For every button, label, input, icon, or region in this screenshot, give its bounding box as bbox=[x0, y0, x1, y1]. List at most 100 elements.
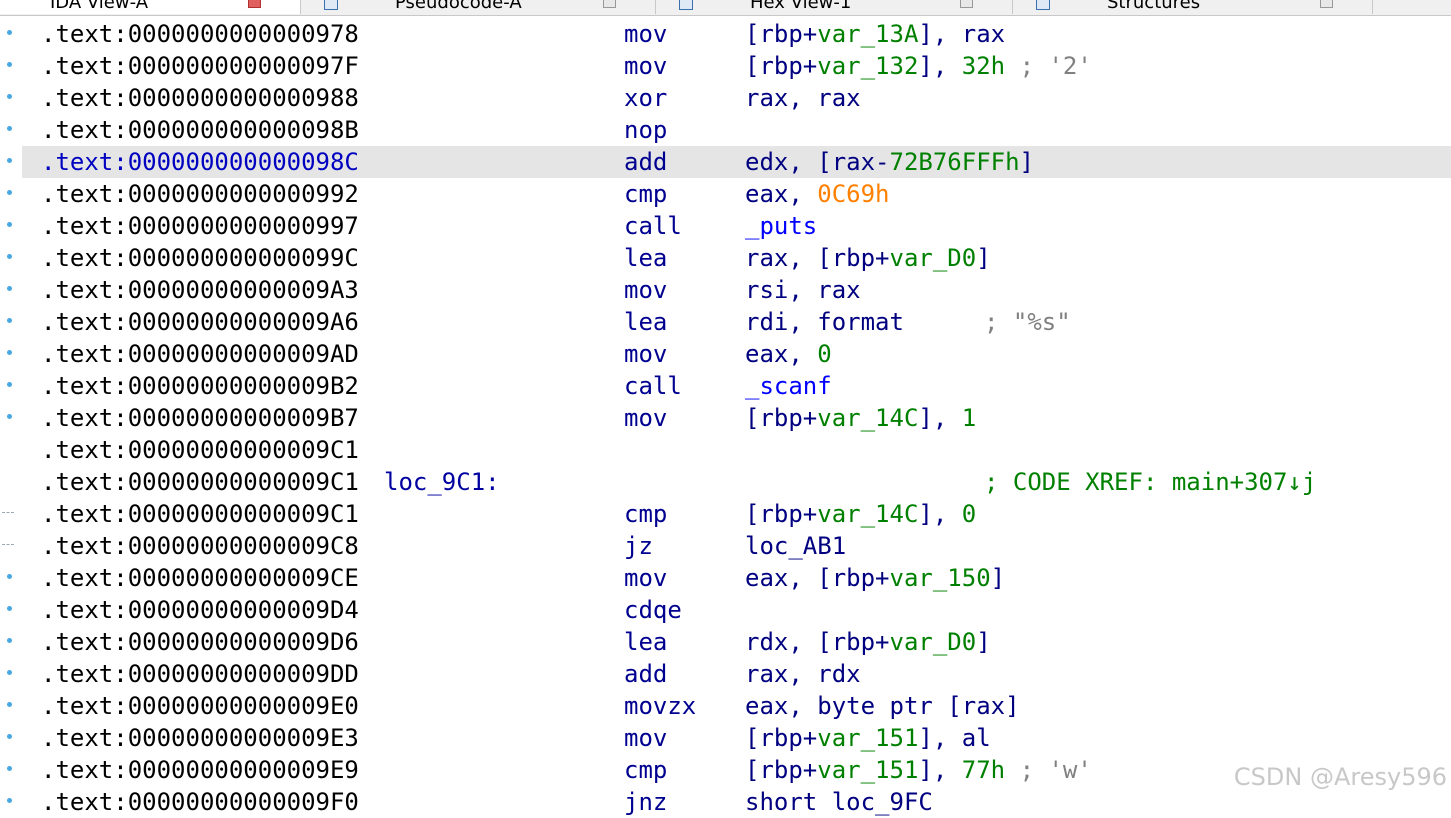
operand-token[interactable]: var_151 bbox=[817, 756, 918, 784]
breakpoint-dot-icon[interactable] bbox=[7, 350, 12, 355]
address[interactable]: .text:00000000000009CE bbox=[41, 562, 359, 594]
operand-token[interactable]: 0C69h bbox=[817, 180, 889, 208]
breakpoint-dot-icon[interactable] bbox=[7, 222, 12, 227]
operand-token[interactable]: 77h bbox=[962, 756, 1005, 784]
listing-row[interactable]: .text:00000000000009CE mov eax, [rbp+var_1… bbox=[22, 562, 1451, 594]
operand-token[interactable]: ], al bbox=[918, 724, 990, 752]
operands[interactable]: [rbp+var_14C], 1 bbox=[745, 402, 976, 434]
operand-token[interactable]: rax, rdx bbox=[745, 660, 861, 688]
listing-row[interactable]: .text:0000000000000988 xor rax, rax bbox=[22, 82, 1451, 114]
operand-token[interactable]: eax, [rbp+ bbox=[745, 564, 890, 592]
listing-row[interactable]: .text:00000000000009D4 cdqe bbox=[22, 594, 1451, 626]
address[interactable]: .text:00000000000009E9 bbox=[41, 754, 359, 786]
address[interactable]: .text:00000000000009A6 bbox=[41, 306, 359, 338]
listing-row[interactable]: .text:00000000000009C1 bbox=[22, 434, 1451, 466]
listing-row[interactable]: .text:00000000000009DD add rax, rdx bbox=[22, 658, 1451, 690]
operand-token[interactable]: ] bbox=[1020, 148, 1034, 176]
breakpoint-dot-icon[interactable] bbox=[7, 94, 12, 99]
operands[interactable]: [rbp+var_14C], 0 bbox=[745, 498, 976, 530]
mnemonic[interactable]: lea bbox=[624, 242, 667, 274]
address[interactable]: .text:00000000000009B7 bbox=[41, 402, 359, 434]
operand-token[interactable]: ] bbox=[976, 628, 990, 656]
address[interactable]: .text:00000000000009C1 bbox=[41, 466, 359, 498]
operand-token[interactable]: loc_AB1 bbox=[745, 532, 846, 560]
breakpoint-dot-icon[interactable] bbox=[7, 414, 12, 419]
operand-token[interactable]: rsi, rax bbox=[745, 276, 861, 304]
operands[interactable]: eax, byte ptr [rax] bbox=[745, 690, 1020, 722]
listing-row[interactable]: .text:00000000000009AD mov eax, 0 bbox=[22, 338, 1451, 370]
mnemonic[interactable]: add bbox=[624, 146, 667, 178]
address[interactable]: .text:00000000000009DD bbox=[41, 658, 359, 690]
breakpoint-dot-icon[interactable] bbox=[7, 286, 12, 291]
operand-token[interactable]: rax, [rbp+ bbox=[745, 244, 890, 272]
breakpoint-dot-icon[interactable] bbox=[7, 702, 12, 707]
listing-row[interactable]: .text:00000000000009E0 movzx eax, byte ptr… bbox=[22, 690, 1451, 722]
operand-token[interactable]: [rbp+ bbox=[745, 724, 817, 752]
tab-pseudocode-a[interactable]: Pseudocode-A bbox=[300, 0, 656, 14]
listing-row[interactable]: .text:000000000000097F mov [rbp+var_132], … bbox=[22, 50, 1451, 82]
operand-token[interactable]: eax, bbox=[745, 340, 817, 368]
operands[interactable]: [rbp+var_132], 32h ; '2' bbox=[745, 50, 1092, 82]
mnemonic[interactable]: cmp bbox=[624, 178, 667, 210]
listing-row[interactable]: .text:00000000000009B7 mov [rbp+var_14C], … bbox=[22, 402, 1451, 434]
address[interactable]: .text:000000000000097F bbox=[41, 50, 359, 82]
operand-token[interactable]: [rbp+ bbox=[745, 404, 817, 432]
breakpoint-dot-icon[interactable] bbox=[7, 158, 12, 163]
tab-hex-view-1[interactable]: Hex View-1 bbox=[655, 0, 1013, 14]
breakpoint-dot-icon[interactable] bbox=[7, 30, 12, 35]
address[interactable]: .text:0000000000000978 bbox=[41, 18, 359, 50]
operand-token[interactable]: var_150 bbox=[890, 564, 991, 592]
address[interactable]: .text:00000000000009F0 bbox=[41, 786, 359, 818]
breakpoint-dot-icon[interactable] bbox=[7, 254, 12, 259]
listing-row[interactable]: .text:0000000000000992 cmp eax, 0C69h bbox=[22, 178, 1451, 210]
operands[interactable]: rax, [rbp+var_D0] bbox=[745, 242, 991, 274]
operands[interactable]: edx, [rax-72B76FFFh] bbox=[745, 146, 1034, 178]
listing-row[interactable]: .text:00000000000009C8 jz loc_AB1 bbox=[22, 530, 1451, 562]
address[interactable]: .text:00000000000009C1 bbox=[41, 434, 359, 466]
address[interactable]: .text:00000000000009E0 bbox=[41, 690, 359, 722]
operands[interactable]: [rbp+var_151], 77h ; 'w' bbox=[745, 754, 1092, 786]
mnemonic[interactable]: cmp bbox=[624, 754, 667, 786]
operand-token[interactable]: var_132 bbox=[817, 52, 918, 80]
operand-token[interactable]: 0 bbox=[817, 340, 831, 368]
mnemonic[interactable]: call bbox=[624, 370, 682, 402]
address[interactable]: .text:000000000000098C bbox=[41, 146, 359, 178]
disassembly-listing[interactable]: .text:0000000000000978 mov [rbp+var_13A], … bbox=[22, 16, 1451, 816]
operand-token[interactable]: var_14C bbox=[817, 500, 918, 528]
address[interactable]: .text:000000000000099C bbox=[41, 242, 359, 274]
close-tab-icon[interactable] bbox=[248, 0, 261, 8]
mnemonic[interactable]: jnz bbox=[624, 786, 667, 818]
operand-token[interactable]: [rbp+ bbox=[745, 500, 817, 528]
mnemonic[interactable]: lea bbox=[624, 626, 667, 658]
listing-row[interactable]: .text:00000000000009C1 cmp [rbp+var_14C], … bbox=[22, 498, 1451, 530]
mnemonic[interactable]: nop bbox=[624, 114, 667, 146]
address[interactable]: .text:00000000000009D4 bbox=[41, 594, 359, 626]
listing-row[interactable]: .text:00000000000009E3 mov [rbp+var_151], … bbox=[22, 722, 1451, 754]
breakpoint-dot-icon[interactable] bbox=[7, 606, 12, 611]
breakpoint-dot-icon[interactable] bbox=[7, 734, 12, 739]
mnemonic[interactable]: cmp bbox=[624, 498, 667, 530]
operand-token[interactable]: ] bbox=[991, 564, 1005, 592]
operand-token[interactable]: ], bbox=[918, 500, 961, 528]
mnemonic[interactable]: add bbox=[624, 658, 667, 690]
operand-token[interactable]: _scanf bbox=[745, 372, 832, 400]
operand-token[interactable]: var_D0 bbox=[890, 244, 977, 272]
mnemonic[interactable]: cdqe bbox=[624, 594, 682, 626]
listing-row[interactable]: .text:00000000000009A6 lea rdi, format ; "%… bbox=[22, 306, 1451, 338]
operand-token[interactable]: _puts bbox=[745, 212, 817, 240]
operand-token[interactable]: 32h bbox=[962, 52, 1005, 80]
operand-token[interactable]: [rbp+ bbox=[745, 756, 817, 784]
breakpoint-dot-icon[interactable] bbox=[7, 318, 12, 323]
breakpoint-dot-icon[interactable] bbox=[7, 574, 12, 579]
operand-token[interactable]: eax, byte ptr [rax] bbox=[745, 692, 1020, 720]
operands[interactable]: rax, rdx bbox=[745, 658, 861, 690]
operands[interactable]: rax, rax bbox=[745, 82, 861, 114]
operand-token[interactable]: 72B76FFFh bbox=[890, 148, 1020, 176]
operand-token[interactable]: var_151 bbox=[817, 724, 918, 752]
mnemonic[interactable]: call bbox=[624, 210, 682, 242]
operands[interactable]: [rbp+var_13A], rax bbox=[745, 18, 1005, 50]
mnemonic[interactable]: mov bbox=[624, 50, 667, 82]
address[interactable]: .text:0000000000000992 bbox=[41, 178, 359, 210]
operand-token[interactable]: short loc_9FC bbox=[745, 788, 933, 816]
operand-token[interactable]: rax, rax bbox=[745, 84, 861, 112]
